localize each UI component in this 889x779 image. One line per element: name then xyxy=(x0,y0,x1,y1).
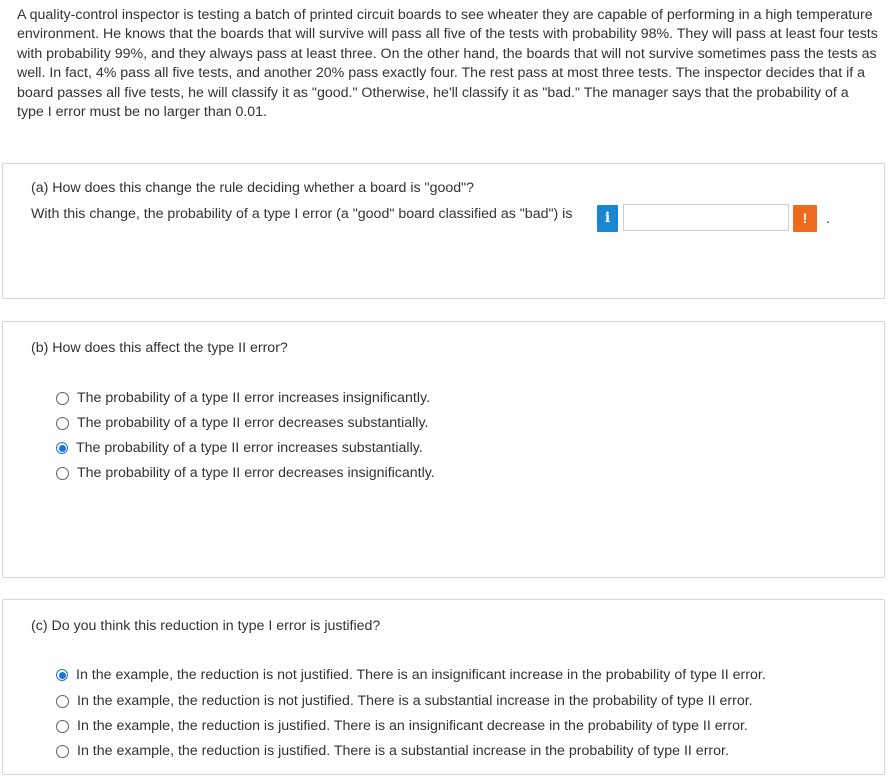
radio-button[interactable] xyxy=(56,391,69,405)
radio-button[interactable] xyxy=(56,719,69,733)
part-c-option-3[interactable]: In the example, the reduction is justifi… xyxy=(56,716,748,736)
alert-icon[interactable]: ! xyxy=(793,205,817,232)
part-c-card: (c) Do you think this reduction in type … xyxy=(2,599,885,775)
sentence-period: . xyxy=(826,210,830,226)
radio-button[interactable] xyxy=(56,744,69,758)
problem-statement: A quality-control inspector is testing a… xyxy=(17,7,878,121)
option-label: The probability of a type II error decre… xyxy=(77,464,435,481)
radio-button[interactable] xyxy=(56,466,69,480)
radio-button[interactable] xyxy=(56,416,69,430)
info-icon[interactable]: i xyxy=(597,205,618,232)
option-label: In the example, the reduction is justifi… xyxy=(77,717,748,734)
part-c-question: (c) Do you think this reduction in type … xyxy=(31,618,381,634)
option-label: In the example, the reduction is not jus… xyxy=(76,666,766,683)
part-c-option-2[interactable]: In the example, the reduction is not jus… xyxy=(56,691,753,711)
option-label: The probability of a type II error incre… xyxy=(77,389,431,406)
part-b-question: (b) How does this affect the type II err… xyxy=(31,340,288,356)
type-i-error-answer-input[interactable] xyxy=(623,204,789,231)
part-c-option-4[interactable]: In the example, the reduction is justifi… xyxy=(56,741,729,761)
option-label: In the example, the reduction is not jus… xyxy=(77,692,753,709)
part-c-option-1[interactable]: In the example, the reduction is not jus… xyxy=(56,665,766,685)
option-label: In the example, the reduction is justifi… xyxy=(77,742,729,759)
radio-button-selected[interactable] xyxy=(56,669,68,681)
part-a-question: (a) How does this change the rule decidi… xyxy=(31,180,475,196)
part-b-option-1[interactable]: The probability of a type II error incre… xyxy=(56,388,430,408)
option-label: The probability of a type II error decre… xyxy=(77,414,429,431)
part-b-option-2[interactable]: The probability of a type II error decre… xyxy=(56,413,428,433)
radio-button-selected[interactable] xyxy=(56,442,68,454)
part-a-prompt: With this change, the probability of a t… xyxy=(31,206,573,222)
option-label: The probability of a type II error incre… xyxy=(76,439,423,456)
part-a-card: (a) How does this change the rule decidi… xyxy=(2,163,885,299)
part-b-option-4[interactable]: The probability of a type II error decre… xyxy=(56,463,435,483)
part-b-option-3[interactable]: The probability of a type II error incre… xyxy=(56,438,423,458)
part-b-card: (b) How does this affect the type II err… xyxy=(2,321,885,578)
radio-button[interactable] xyxy=(56,694,69,708)
